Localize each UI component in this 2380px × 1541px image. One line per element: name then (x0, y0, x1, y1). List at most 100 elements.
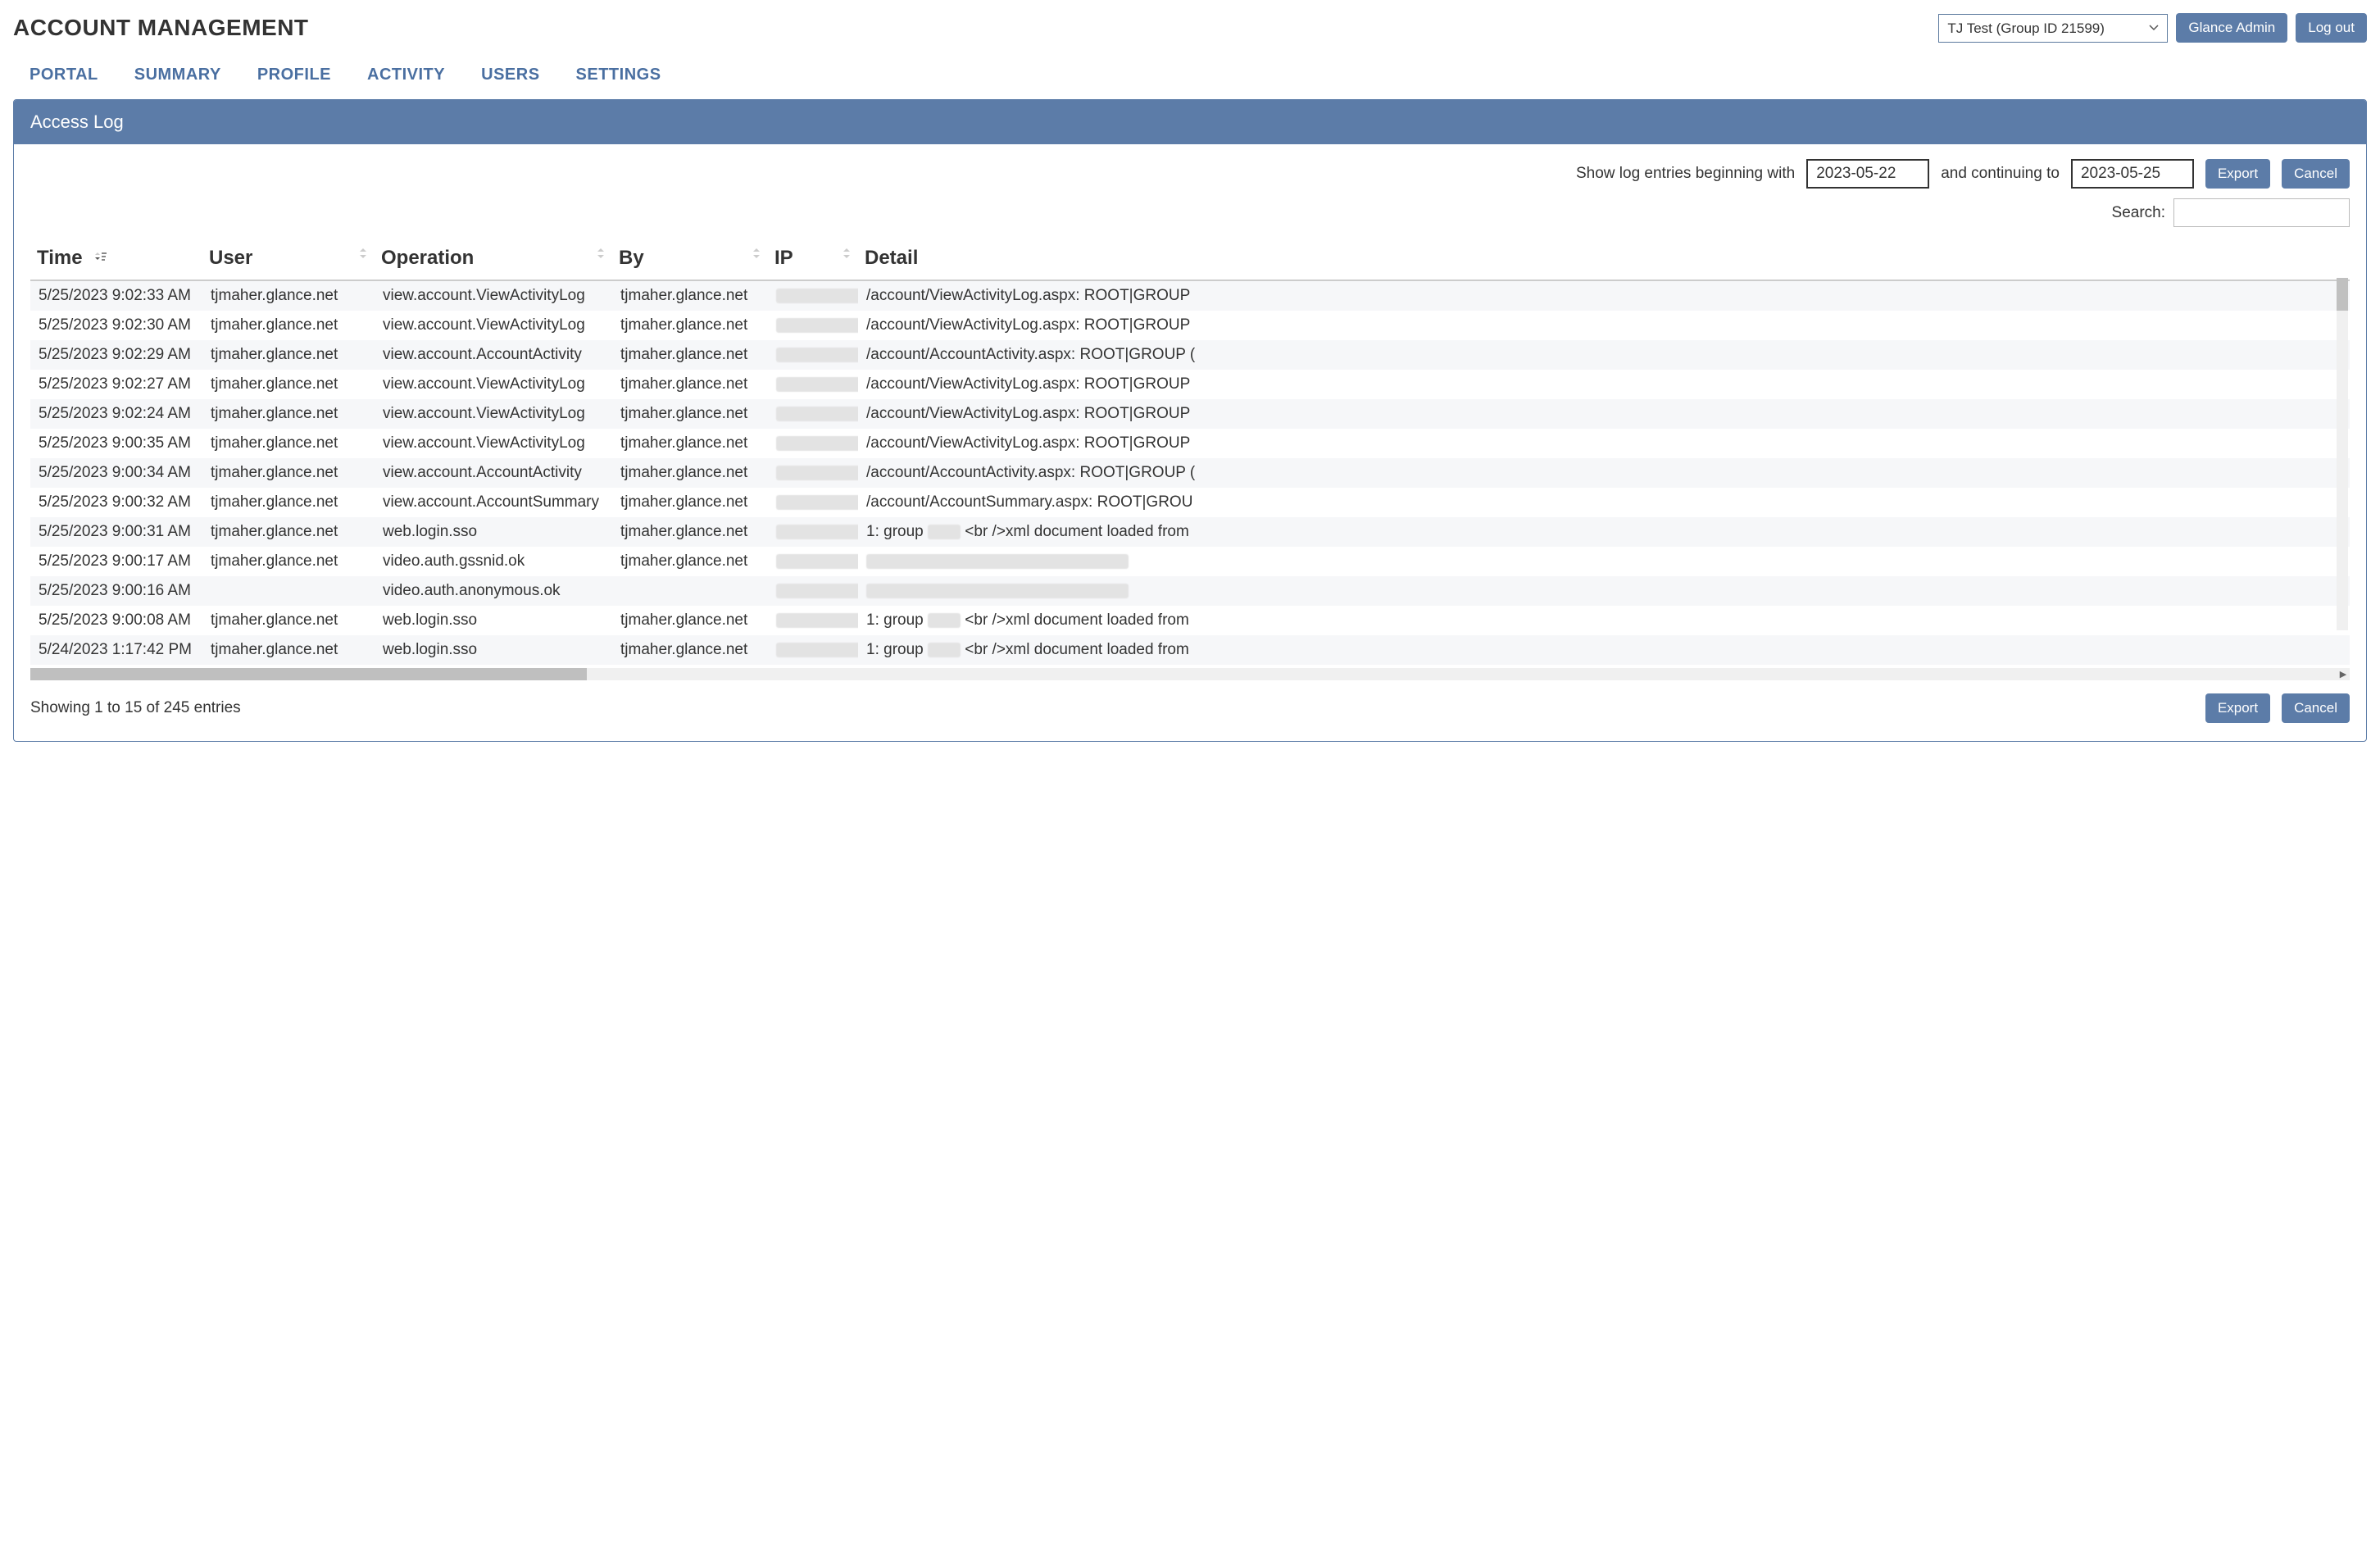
tab-summary[interactable]: SUMMARY (134, 66, 221, 84)
sort-desc-icon (93, 252, 107, 266)
cell-by: tjmaher.glance.net (612, 370, 768, 399)
tab-users[interactable]: USERS (481, 66, 539, 84)
cell-time: 5/24/2023 1:17:42 PM (30, 635, 202, 665)
panel-title: Access Log (14, 100, 2366, 144)
cell-user: tjmaher.glance.net (202, 311, 375, 340)
cell-ip: ——————— (768, 340, 858, 370)
cell-user: tjmaher.glance.net (202, 458, 375, 488)
tab-portal[interactable]: PORTAL (30, 66, 98, 84)
cell-operation: video.auth.anonymous.ok (375, 576, 612, 606)
cell-by: tjmaher.glance.net (612, 311, 768, 340)
cell-operation: view.account.AccountSummary (375, 488, 612, 517)
sort-icon (842, 247, 852, 260)
scrollbar-thumb[interactable] (2337, 278, 2348, 311)
cell-user: tjmaher.glance.net (202, 399, 375, 429)
cell-by: tjmaher.glance.net (612, 488, 768, 517)
cell-by: tjmaher.glance.net (612, 547, 768, 576)
cell-time: 5/25/2023 9:00:08 AM (30, 606, 202, 635)
table-row: 5/25/2023 9:00:08 AMtjmaher.glance.netwe… (30, 606, 2350, 635)
col-header-by[interactable]: By (612, 239, 768, 280)
cell-ip: ——————— (768, 576, 858, 606)
cell-by: tjmaher.glance.net (612, 399, 768, 429)
tab-activity[interactable]: ACTIVITY (367, 66, 445, 84)
tab-profile[interactable]: PROFILE (257, 66, 331, 84)
cell-detail: /account/ViewActivityLog.aspx: ROOT|GROU… (858, 311, 2350, 340)
col-header-user[interactable]: User (202, 239, 375, 280)
vertical-scrollbar[interactable] (2337, 278, 2348, 630)
page-title: ACCOUNT MANAGEMENT (13, 15, 309, 41)
cell-time: 5/25/2023 9:02:30 AM (30, 311, 202, 340)
scroll-right-arrow-icon[interactable]: ▶ (2337, 668, 2350, 680)
col-header-ip[interactable]: IP (768, 239, 858, 280)
cell-operation: web.login.sso (375, 606, 612, 635)
access-log-panel: Access Log Show log entries beginning wi… (13, 99, 2367, 742)
group-select[interactable]: TJ Test (Group ID 21599) (1938, 14, 2168, 43)
table-row: 5/25/2023 9:02:24 AMtjmaher.glance.netvi… (30, 399, 2350, 429)
cell-by: tjmaher.glance.net (612, 280, 768, 311)
cell-user: tjmaher.glance.net (202, 488, 375, 517)
sort-icon (358, 247, 368, 260)
cell-detail: —————————— (858, 576, 2350, 606)
cancel-button-top[interactable]: Cancel (2282, 159, 2350, 189)
cell-by: tjmaher.glance.net (612, 429, 768, 458)
cancel-button-bottom[interactable]: Cancel (2282, 693, 2350, 723)
cell-by: tjmaher.glance.net (612, 606, 768, 635)
cell-ip: ——————— (768, 370, 858, 399)
cell-detail: /account/ViewActivityLog.aspx: ROOT|GROU… (858, 399, 2350, 429)
cell-operation: view.account.ViewActivityLog (375, 280, 612, 311)
export-button-top[interactable]: Export (2205, 159, 2270, 189)
logout-button[interactable]: Log out (2296, 13, 2367, 43)
cell-detail: /account/ViewActivityLog.aspx: ROOT|GROU… (858, 370, 2350, 399)
search-input[interactable] (2173, 198, 2350, 227)
table-row: 5/25/2023 9:00:32 AMtjmaher.glance.netvi… (30, 488, 2350, 517)
table-row: 5/25/2023 9:00:35 AMtjmaher.glance.netvi… (30, 429, 2350, 458)
cell-ip: ——————— (768, 517, 858, 547)
cell-user: tjmaher.glance.net (202, 370, 375, 399)
cell-time: 5/25/2023 9:02:24 AM (30, 399, 202, 429)
cell-user: tjmaher.glance.net (202, 606, 375, 635)
cell-ip: ——————— (768, 399, 858, 429)
cell-user: tjmaher.glance.net (202, 517, 375, 547)
filter-middle-label: and continuing to (1941, 165, 2060, 183)
table-row: 5/25/2023 9:00:17 AMtjmaher.glance.netvi… (30, 547, 2350, 576)
cell-detail: /account/ViewActivityLog.aspx: ROOT|GROU… (858, 429, 2350, 458)
col-header-time[interactable]: Time (30, 239, 202, 280)
tab-settings[interactable]: SETTINGS (576, 66, 661, 84)
access-log-table: Time User Operation (30, 239, 2350, 665)
cell-detail: 1: group —— <br />xml document loaded fr… (858, 635, 2350, 665)
cell-detail: /account/AccountActivity.aspx: ROOT|GROU… (858, 458, 2350, 488)
cell-ip: ——————— (768, 280, 858, 311)
cell-ip: ——————— (768, 606, 858, 635)
cell-time: 5/25/2023 9:00:16 AM (30, 576, 202, 606)
cell-user: tjmaher.glance.net (202, 547, 375, 576)
start-date-input[interactable] (1806, 159, 1929, 189)
cell-operation: view.account.AccountActivity (375, 340, 612, 370)
cell-ip: ——————— (768, 429, 858, 458)
cell-time: 5/25/2023 9:02:27 AM (30, 370, 202, 399)
col-header-detail[interactable]: Detail (858, 239, 2350, 280)
scrollbar-thumb[interactable] (30, 668, 587, 680)
horizontal-scrollbar[interactable]: ◀ ▶ (30, 668, 2350, 680)
table-row: 5/25/2023 9:02:33 AMtjmaher.glance.netvi… (30, 280, 2350, 311)
cell-by: tjmaher.glance.net (612, 635, 768, 665)
export-button-bottom[interactable]: Export (2205, 693, 2270, 723)
cell-ip: ——————— (768, 458, 858, 488)
sort-icon (596, 247, 606, 260)
table-row: 5/25/2023 9:00:31 AMtjmaher.glance.netwe… (30, 517, 2350, 547)
cell-detail: /account/AccountSummary.aspx: ROOT|GROU (858, 488, 2350, 517)
cell-time: 5/25/2023 9:00:35 AM (30, 429, 202, 458)
cell-by: tjmaher.glance.net (612, 340, 768, 370)
table-row: 5/25/2023 9:02:30 AMtjmaher.glance.netvi… (30, 311, 2350, 340)
end-date-input[interactable] (2071, 159, 2194, 189)
cell-ip: ——————— (768, 311, 858, 340)
cell-time: 5/25/2023 9:00:17 AM (30, 547, 202, 576)
cell-operation: video.auth.gssnid.ok (375, 547, 612, 576)
cell-operation: view.account.ViewActivityLog (375, 311, 612, 340)
cell-detail: /account/ViewActivityLog.aspx: ROOT|GROU… (858, 280, 2350, 311)
cell-by (612, 576, 768, 606)
col-header-operation[interactable]: Operation (375, 239, 612, 280)
table-row: 5/25/2023 9:02:27 AMtjmaher.glance.netvi… (30, 370, 2350, 399)
cell-user: tjmaher.glance.net (202, 635, 375, 665)
glance-admin-button[interactable]: Glance Admin (2176, 13, 2287, 43)
cell-ip: ——————— (768, 547, 858, 576)
